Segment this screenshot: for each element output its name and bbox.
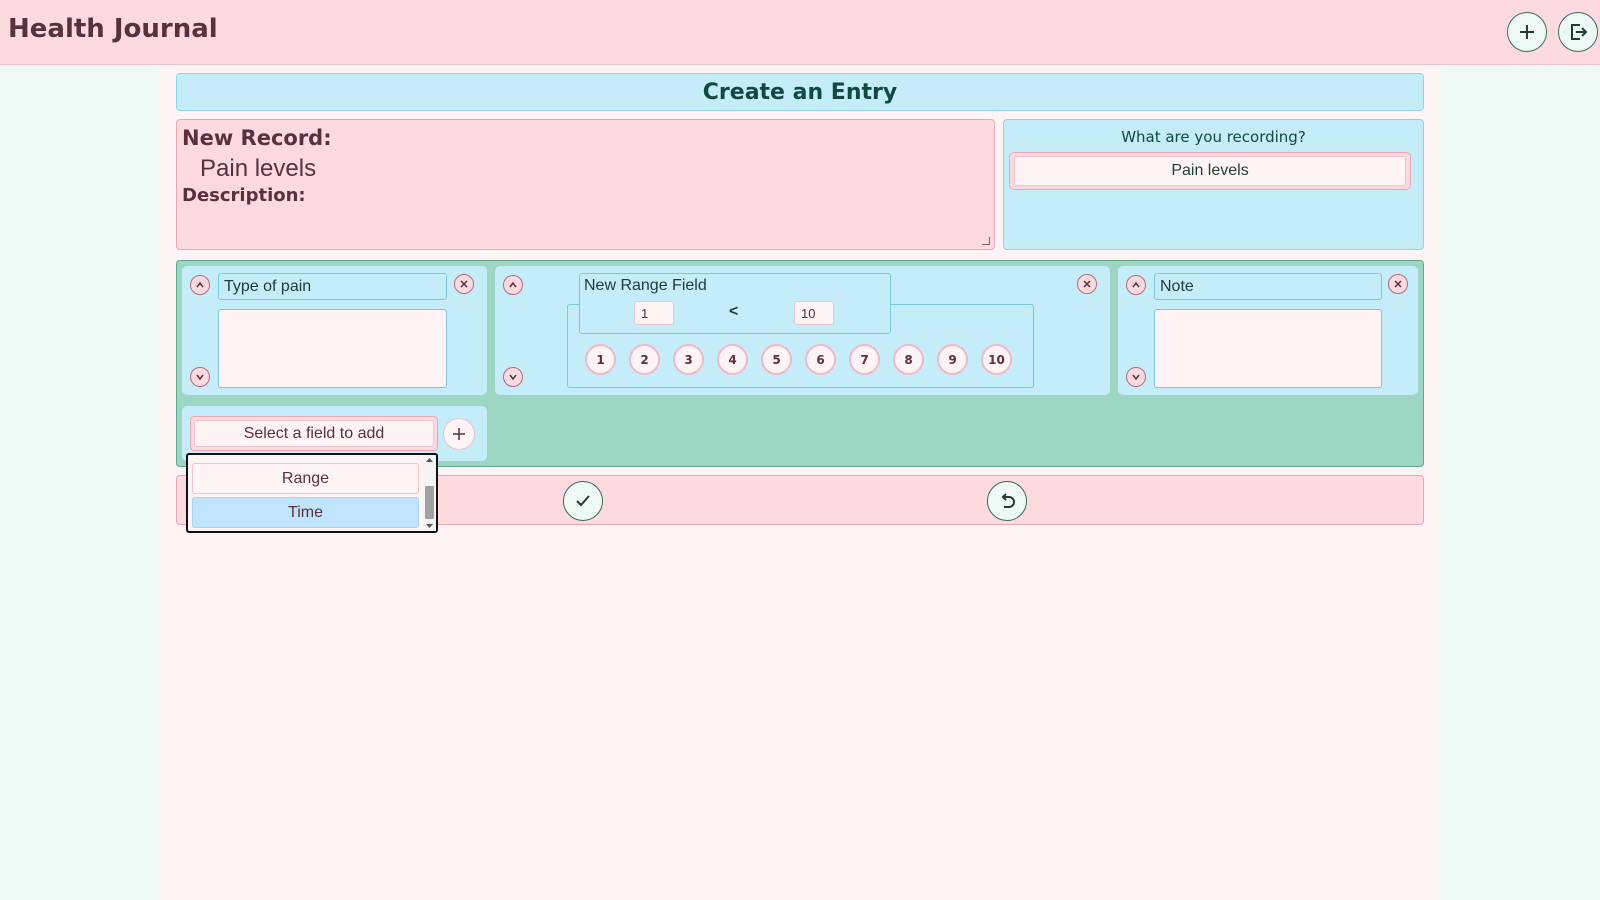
close-icon [460, 280, 468, 288]
logout-icon [1571, 24, 1588, 40]
move-down-button[interactable] [1126, 367, 1146, 387]
remove-field-button[interactable] [1388, 274, 1408, 294]
chevron-down-icon [196, 374, 204, 381]
field-card-note [1118, 266, 1418, 395]
remove-field-button[interactable] [1077, 274, 1097, 294]
close-icon [1394, 280, 1402, 288]
page-title: Create an Entry [176, 73, 1424, 111]
range-min-input[interactable] [634, 301, 674, 325]
logout-button[interactable] [1558, 12, 1598, 52]
remove-field-button[interactable] [454, 274, 474, 294]
new-record-label: New Record: [182, 126, 332, 150]
description-box[interactable]: New Record: Pain levels Description: [176, 119, 995, 250]
range-separator: < [729, 303, 739, 320]
chevron-down-icon [509, 374, 517, 381]
range-value-7[interactable]: 7 [849, 344, 880, 375]
range-value-4[interactable]: 4 [717, 344, 748, 375]
scroll-down-icon [426, 524, 433, 528]
range-value-10[interactable]: 10 [981, 344, 1012, 375]
check-icon [576, 495, 590, 507]
field-value-textarea[interactable] [218, 309, 447, 388]
chevron-up-icon [196, 281, 204, 288]
chevron-up-icon [509, 281, 517, 288]
range-value-3[interactable]: 3 [673, 344, 704, 375]
field-name-input[interactable] [1154, 273, 1382, 300]
plus-icon [453, 428, 465, 440]
dropdown-option-range[interactable]: Range [192, 463, 419, 494]
range-value-2[interactable]: 2 [629, 344, 660, 375]
range-value-9[interactable]: 9 [937, 344, 968, 375]
app-title: Health Journal [8, 14, 218, 44]
recording-panel: What are you recording? [1003, 119, 1424, 250]
add-entry-button[interactable] [1507, 12, 1547, 52]
move-up-button[interactable] [190, 275, 210, 295]
chevron-up-icon [1132, 281, 1140, 288]
field-card-type-of-pain [182, 266, 487, 395]
record-name: Pain levels [200, 155, 317, 182]
field-type-select[interactable]: Select a field to add [190, 416, 438, 451]
plus-icon [1520, 25, 1534, 39]
field-name-input[interactable] [218, 273, 447, 300]
range-value-1[interactable]: 1 [585, 344, 616, 375]
undo-icon [1001, 493, 1015, 508]
top-bar: Health Journal [0, 0, 1600, 65]
field-type-select-value[interactable]: Select a field to add [194, 420, 434, 447]
dropdown-option-time[interactable]: Time [192, 497, 419, 528]
field-type-dropdown[interactable]: Range Time [186, 453, 438, 533]
recording-input-wrapper [1009, 152, 1411, 190]
scroll-up-icon [426, 458, 433, 462]
move-up-button[interactable] [1126, 275, 1146, 295]
move-up-button[interactable] [503, 275, 523, 295]
range-value-5[interactable]: 5 [761, 344, 792, 375]
field-card-range: New Range Field < 123456789 10 [495, 266, 1110, 395]
resize-grip-icon[interactable] [982, 237, 990, 245]
move-down-button[interactable] [190, 367, 210, 387]
recording-question: What are you recording? [1121, 128, 1306, 146]
add-field-button[interactable] [443, 418, 475, 450]
field-value-textarea[interactable] [1154, 309, 1382, 388]
recording-input[interactable] [1014, 156, 1406, 186]
range-header: New Range Field < [579, 273, 891, 334]
field-name-label[interactable]: New Range Field [584, 277, 707, 295]
range-value-8[interactable]: 8 [893, 344, 924, 375]
submit-button[interactable] [563, 481, 603, 521]
range-value-6[interactable]: 6 [805, 344, 836, 375]
range-max-input[interactable] [794, 301, 834, 325]
chevron-down-icon [1132, 374, 1140, 381]
description-label: Description: [182, 185, 306, 206]
reset-button[interactable] [987, 481, 1027, 521]
move-down-button[interactable] [503, 367, 523, 387]
scrollbar-thumb[interactable] [425, 486, 434, 519]
dropdown-scrollbar[interactable] [423, 455, 436, 531]
close-icon [1083, 280, 1091, 288]
